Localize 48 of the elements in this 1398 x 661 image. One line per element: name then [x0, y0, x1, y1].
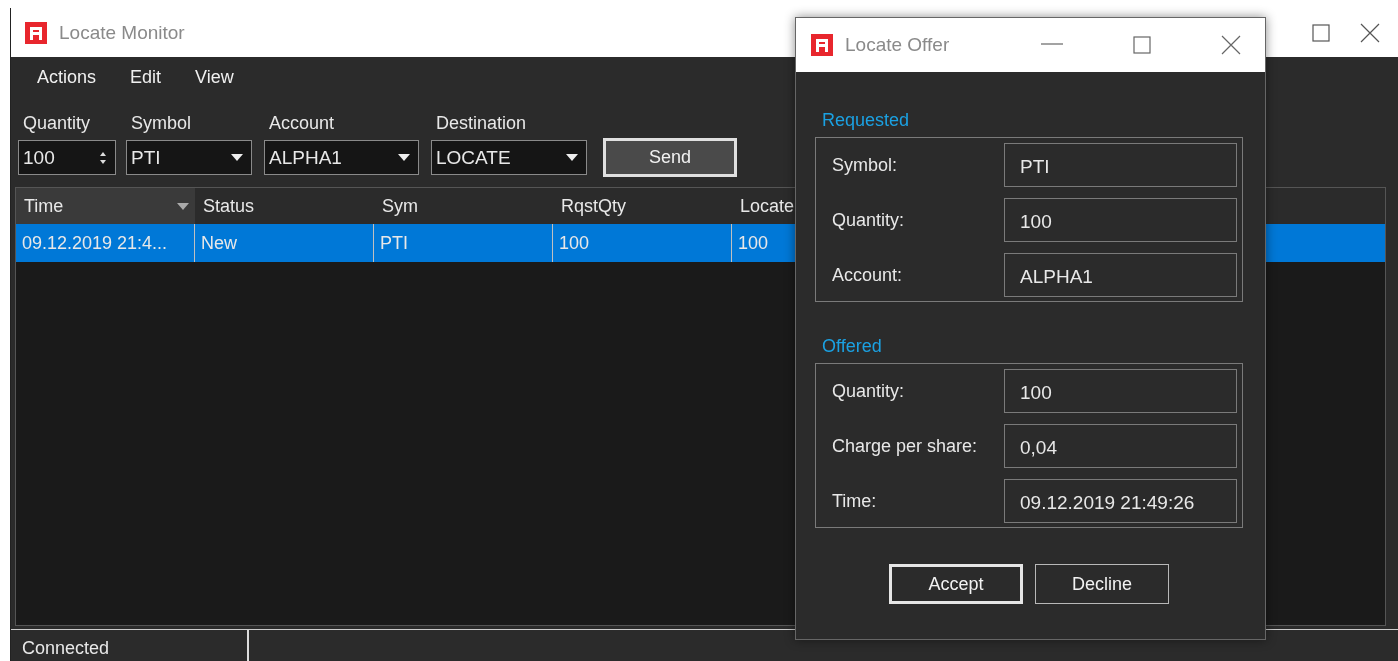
dropdown[interactable]: ALPHA1 [264, 140, 419, 175]
maximize-icon[interactable] [1312, 23, 1330, 42]
value-field: 0,04 [1004, 424, 1237, 468]
dropdown-arrow-icon [398, 154, 410, 161]
spin-arrows-icon [99, 150, 107, 165]
sort-arrow-icon [177, 202, 189, 210]
app-logo-icon [811, 34, 833, 56]
group-title: Requested [821, 110, 911, 131]
field-label: Quantity: [832, 380, 905, 402]
window-title: Locate Monitor [59, 21, 185, 44]
column-header[interactable]: Sym [374, 188, 553, 224]
column-header[interactable]: Status [195, 188, 374, 224]
dropdown-arrow-icon [566, 154, 578, 161]
value-field: 09.12.2019 21:49:26 [1004, 479, 1237, 523]
app-logo-icon [25, 21, 47, 44]
menu-item[interactable]: View [195, 67, 234, 89]
value-field: ALPHA1 [1004, 253, 1237, 297]
dropdown[interactable]: LOCATE [431, 140, 587, 175]
group-title: Offered [821, 336, 883, 357]
table-cell: 100 [553, 224, 732, 262]
column-header[interactable]: RqstQty [553, 188, 732, 224]
maximize-icon[interactable] [1133, 36, 1151, 54]
send-button[interactable]: Send [603, 138, 737, 177]
table-cell: 09.12.2019 21:4... [16, 224, 195, 262]
value-field: 100 [1004, 369, 1237, 413]
dropdown[interactable]: PTI [126, 140, 252, 175]
close-icon[interactable] [1360, 22, 1380, 43]
field-label: Quantity [22, 113, 92, 134]
field-label: Account [268, 113, 336, 134]
field-label: Destination [435, 113, 528, 134]
field-label: Symbol: [832, 154, 898, 176]
dialog-title: Locate Offer [845, 34, 950, 56]
field-label: Symbol [130, 113, 193, 134]
menu-item[interactable]: Edit [130, 67, 162, 89]
dialog-button[interactable]: Decline [1035, 564, 1169, 604]
dialog-button[interactable]: Accept [889, 564, 1023, 604]
field-label: Charge per share: [832, 435, 978, 457]
quantity-spinner[interactable]: 100 [18, 140, 116, 175]
table-cell: PTI [374, 224, 553, 262]
table-cell: New [195, 224, 374, 262]
field-label: Account: [832, 264, 903, 286]
value-field: 100 [1004, 198, 1237, 242]
column-header[interactable]: Time [16, 188, 195, 224]
field-label: Time: [832, 490, 877, 512]
close-icon[interactable] [1221, 35, 1241, 55]
menu-item[interactable]: Actions [37, 67, 97, 89]
value-field: PTI [1004, 143, 1237, 187]
dropdown-arrow-icon [231, 154, 243, 161]
